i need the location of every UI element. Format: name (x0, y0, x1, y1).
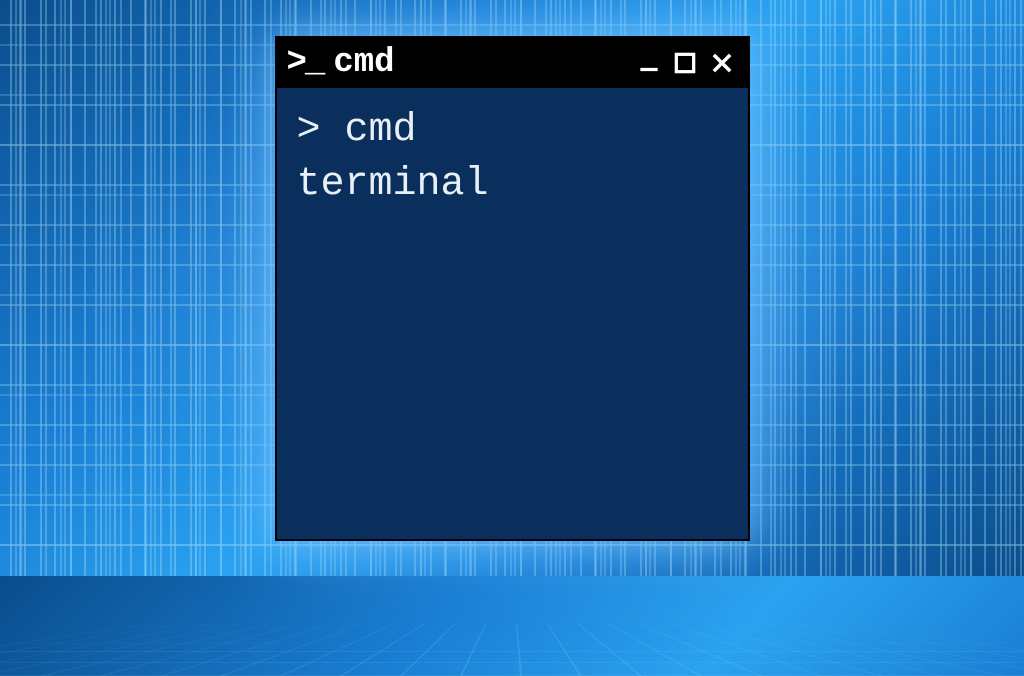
minimize-icon (636, 50, 662, 76)
terminal-line: > cmd (297, 106, 728, 156)
close-icon (708, 49, 736, 77)
maximize-button[interactable] (670, 48, 700, 78)
background-grid (0, 623, 1024, 676)
terminal-line: terminal (297, 160, 728, 210)
titlebar[interactable]: >_ cmd (277, 38, 748, 88)
terminal-body[interactable]: > cmd terminal (277, 88, 748, 228)
close-button[interactable] (706, 47, 738, 79)
window-controls (634, 47, 738, 79)
terminal-window: >_ cmd > cmd terminal (275, 36, 750, 541)
maximize-icon (672, 50, 698, 76)
prompt-icon: >_ (287, 44, 324, 82)
prompt-char: > (297, 108, 345, 153)
command-text: terminal (297, 162, 489, 207)
minimize-button[interactable] (634, 48, 664, 78)
command-text: cmd (345, 108, 417, 153)
window-title: cmd (333, 44, 623, 82)
